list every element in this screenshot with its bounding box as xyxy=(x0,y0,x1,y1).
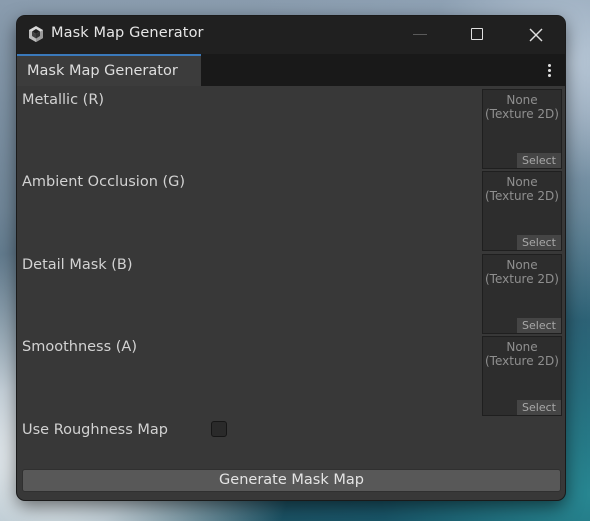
texture-slot-ambient-occlusion[interactable]: None (Texture 2D) Select xyxy=(482,171,562,251)
unity-cube-icon xyxy=(29,26,43,42)
editor-window: Mask Map Generator Mask Map Generator Me… xyxy=(17,16,565,500)
close-button[interactable] xyxy=(513,16,559,54)
tab-label: Mask Map Generator xyxy=(27,63,178,79)
inspector-content: Metallic (R) None (Texture 2D) Select Am… xyxy=(17,86,565,500)
texture-type: (Texture 2D) xyxy=(485,354,559,368)
field-label-ambient-occlusion: Ambient Occlusion (G) xyxy=(22,174,186,190)
title-bar[interactable]: Mask Map Generator xyxy=(17,16,565,54)
select-button[interactable]: Select xyxy=(517,153,561,168)
texture-type: (Texture 2D) xyxy=(485,189,559,203)
texture-type: (Texture 2D) xyxy=(485,107,559,121)
texture-value: None xyxy=(506,175,538,189)
tab-mask-map-generator[interactable]: Mask Map Generator xyxy=(17,54,201,86)
field-label-detail-mask: Detail Mask (B) xyxy=(22,257,133,273)
more-options-icon[interactable] xyxy=(541,62,557,78)
texture-value: None xyxy=(506,340,538,354)
close-icon xyxy=(529,28,543,42)
texture-type: (Texture 2D) xyxy=(485,272,559,286)
select-button[interactable]: Select xyxy=(517,318,561,333)
minimize-icon xyxy=(413,34,427,35)
select-button[interactable]: Select xyxy=(517,400,561,415)
field-label-smoothness: Smoothness (A) xyxy=(22,339,138,355)
dot xyxy=(548,64,551,67)
use-roughness-map-label: Use Roughness Map xyxy=(22,422,169,438)
tab-bar: Mask Map Generator xyxy=(17,54,565,86)
maximize-icon xyxy=(471,28,483,40)
use-roughness-map-checkbox[interactable] xyxy=(211,421,227,437)
texture-slot-detail-mask[interactable]: None (Texture 2D) Select xyxy=(482,254,562,334)
window-title: Mask Map Generator xyxy=(51,25,204,41)
field-label-metallic: Metallic (R) xyxy=(22,92,105,108)
dot xyxy=(548,74,551,77)
dot xyxy=(548,69,551,72)
generate-mask-map-button[interactable]: Generate Mask Map xyxy=(22,469,561,492)
texture-slot-metallic[interactable]: None (Texture 2D) Select xyxy=(482,89,562,169)
minimize-button[interactable] xyxy=(397,16,443,54)
texture-value: None xyxy=(506,258,538,272)
maximize-button[interactable] xyxy=(454,16,500,54)
select-button[interactable]: Select xyxy=(517,235,561,250)
texture-value: None xyxy=(506,93,538,107)
texture-slot-smoothness[interactable]: None (Texture 2D) Select xyxy=(482,336,562,416)
